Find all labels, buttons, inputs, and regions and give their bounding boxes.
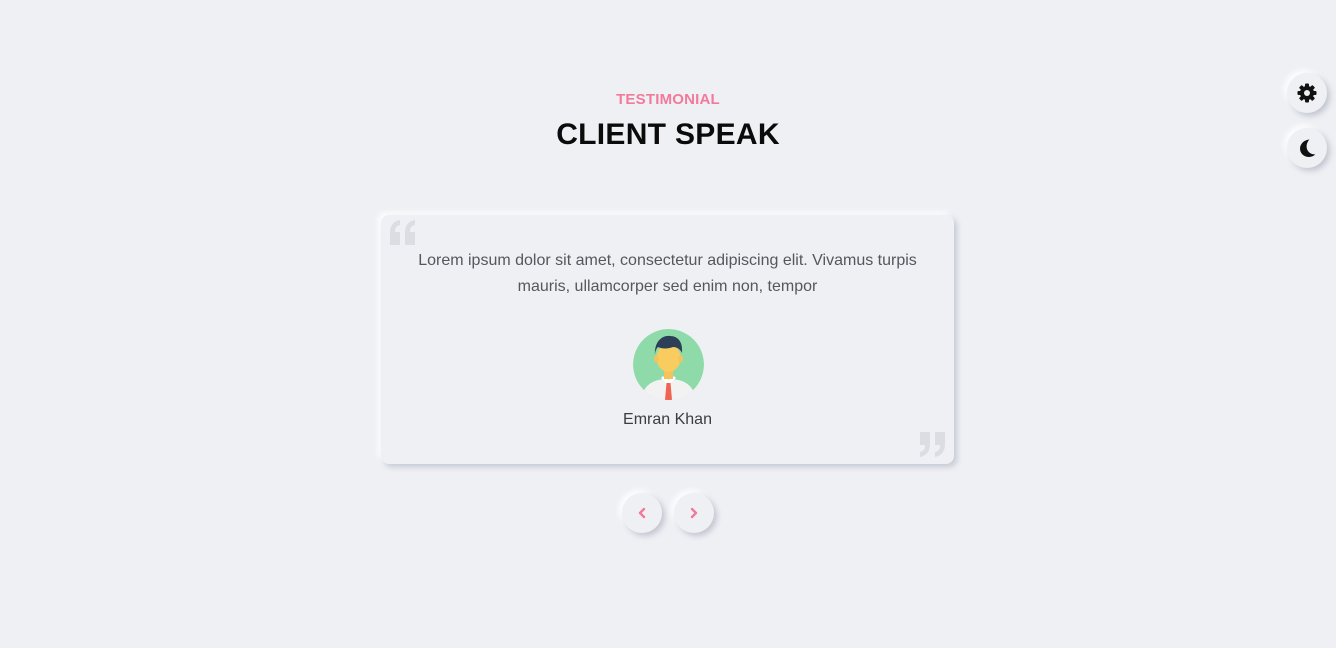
testimonial-page: TESTIMONIAL CLIENT SPEAK Lorem ipsum dol… bbox=[0, 0, 1336, 648]
client-avatar bbox=[633, 329, 704, 400]
client-name: Emran Khan bbox=[623, 411, 712, 428]
settings-button[interactable] bbox=[1287, 73, 1327, 113]
quote-open-icon bbox=[386, 217, 420, 247]
section-subtitle: TESTIMONIAL bbox=[616, 91, 720, 108]
previous-button[interactable] bbox=[622, 493, 662, 533]
chevron-left-icon bbox=[636, 507, 648, 519]
testimonial-card: Lorem ipsum dolor sit amet, consectetur … bbox=[381, 215, 954, 464]
quote-close-icon bbox=[915, 430, 949, 460]
theme-toggle-button[interactable] bbox=[1287, 128, 1327, 168]
chevron-right-icon bbox=[688, 507, 700, 519]
moon-icon bbox=[1297, 138, 1317, 158]
section-title: CLIENT SPEAK bbox=[556, 118, 780, 151]
testimonial-quote: Lorem ipsum dolor sit amet, consectetur … bbox=[418, 252, 917, 295]
next-button[interactable] bbox=[674, 493, 714, 533]
gear-icon bbox=[1297, 83, 1317, 103]
